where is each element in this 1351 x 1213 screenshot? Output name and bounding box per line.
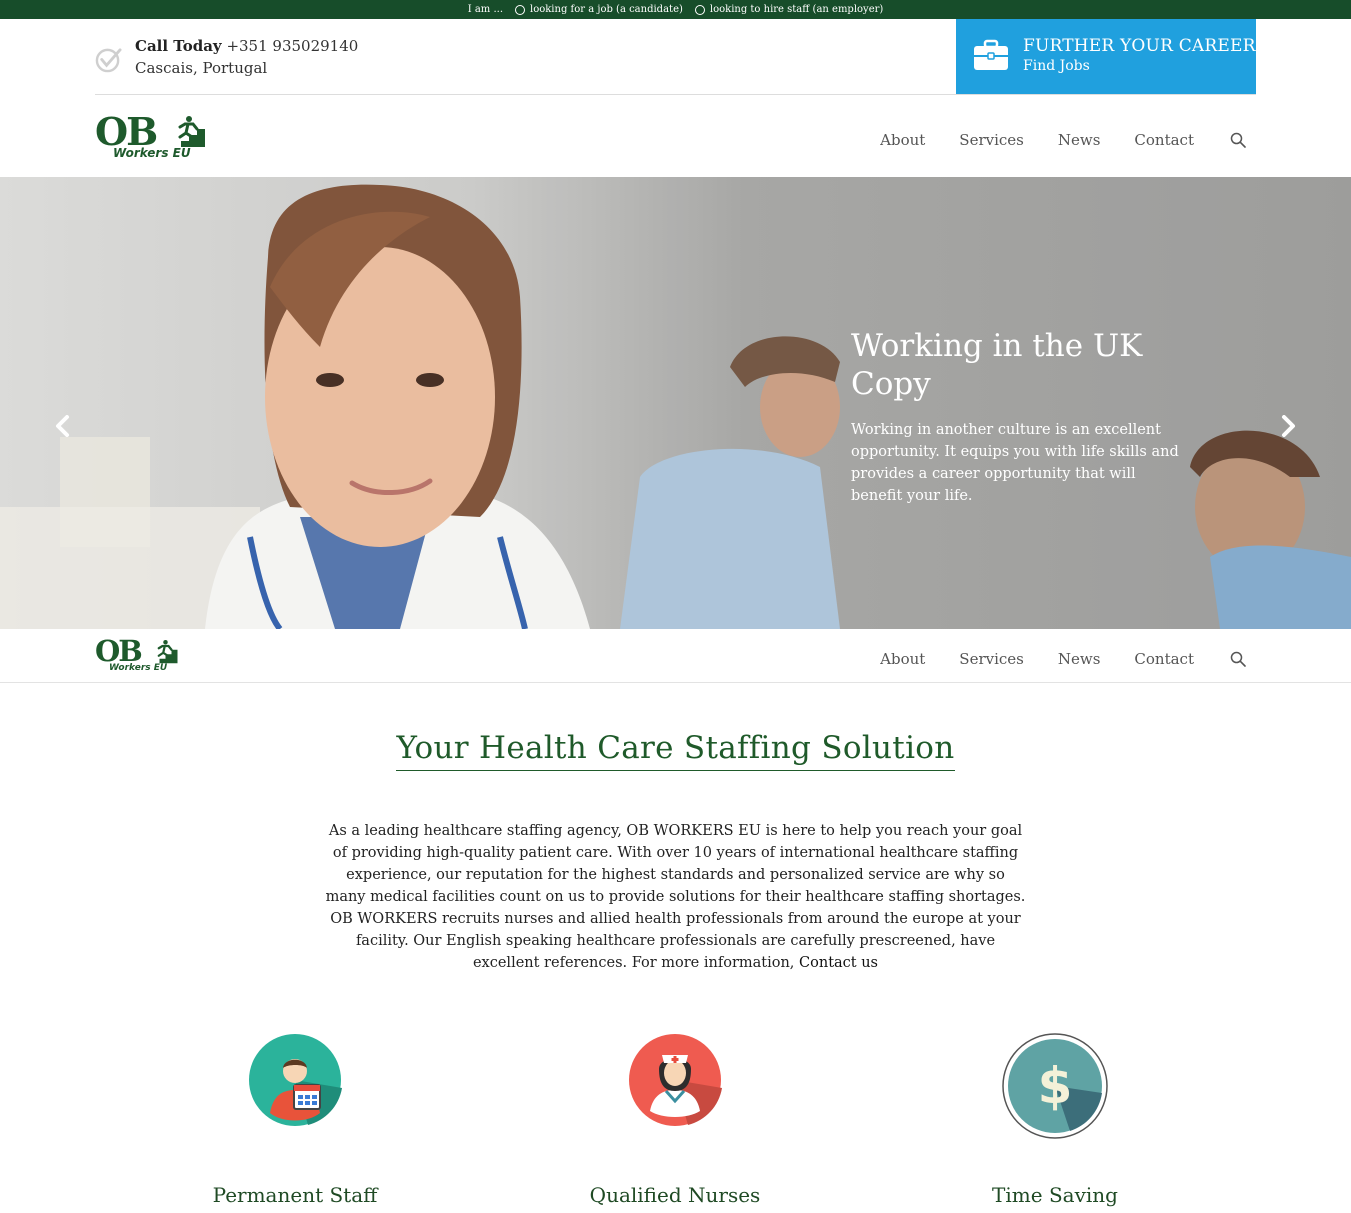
checkmark-icon — [95, 48, 122, 73]
section-title-wrap: Your Health Care Staffing Solution — [0, 730, 1351, 771]
runner-stairs-icon — [171, 116, 205, 147]
hero-text: Working in another culture is an excelle… — [851, 422, 1179, 504]
contact-bar: Call Today +351 935029140 Cascais, Portu… — [95, 19, 1256, 95]
candidate-employer-strip: I am ... looking for a job (a candidate)… — [0, 0, 1351, 19]
radio-candidate-label: looking for a job (a candidate) — [530, 4, 683, 15]
nav-contact[interactable]: Contact — [1134, 650, 1194, 668]
site-logo[interactable]: OB Workers EU — [95, 109, 210, 163]
logo-sub: Workers EU — [113, 146, 191, 160]
hero-title: Working in the UK Copy — [851, 328, 1143, 402]
career-title: FURTHER YOUR CAREER — [1023, 36, 1256, 56]
staff-calendar-icon — [249, 1034, 342, 1126]
next-slide-icon[interactable] — [1281, 415, 1297, 437]
dollar-sign-glyph: $ — [1038, 1057, 1073, 1115]
main-nav: About Services News Contact — [846, 131, 1246, 149]
hero-caption: Working in the UK Copy Working in anothe… — [851, 327, 1181, 507]
search-icon[interactable] — [1230, 651, 1246, 667]
call-info: Call Today +351 935029140 — [135, 37, 358, 55]
radio-employer-label: looking to hire staff (an employer) — [709, 4, 884, 15]
career-subtitle: Find Jobs — [1023, 58, 1090, 74]
intro-paragraph: As a leading healthcare staffing agency,… — [325, 820, 1026, 974]
feature-time-saving: $ Time Saving — [905, 1030, 1205, 1207]
phone-number[interactable]: +351 935029140 — [226, 37, 358, 55]
radio-candidate[interactable]: looking for a job (a candidate) — [515, 4, 683, 15]
runner-stairs-icon — [152, 640, 178, 664]
sticky-logo[interactable]: OB Workers EU — [95, 634, 185, 677]
location-text: Cascais, Portugal — [135, 59, 268, 77]
dollar-icon: $ — [1002, 1033, 1108, 1139]
strip-prefix: I am ... — [467, 4, 503, 15]
logo-sub: Workers EU — [109, 663, 168, 673]
nav-services[interactable]: Services — [959, 131, 1024, 149]
nav-about[interactable]: About — [880, 131, 925, 149]
hero-slider: Working in the UK Copy Working in anothe… — [0, 177, 1351, 629]
sticky-header: OB Workers EU About Services News Contac… — [0, 629, 1351, 683]
nav-news[interactable]: News — [1058, 131, 1101, 149]
further-career-button[interactable]: FURTHER YOUR CAREER Find Jobs — [956, 19, 1256, 94]
feature-qualified-nurses: Qualified Nurses — [525, 1030, 825, 1207]
nav-contact[interactable]: Contact — [1134, 131, 1194, 149]
nav-services[interactable]: Services — [959, 650, 1024, 668]
sticky-nav: About Services News Contact — [846, 650, 1246, 668]
call-label: Call Today — [135, 37, 222, 55]
search-icon[interactable] — [1230, 132, 1246, 148]
radio-circle-icon — [515, 4, 525, 15]
intro-body: As a leading healthcare staffing agency,… — [325, 823, 1026, 971]
main-header: OB Workers EU About Services News Contac… — [0, 95, 1351, 177]
nurse-icon — [629, 1034, 722, 1126]
radio-employer[interactable]: looking to hire staff (an employer) — [694, 4, 884, 15]
briefcase-icon — [974, 39, 1008, 70]
nav-about[interactable]: About — [880, 650, 925, 668]
feature-permanent-staff: Permanent Staff — [145, 1030, 445, 1207]
feature-title: Permanent Staff — [212, 1183, 378, 1207]
nav-news[interactable]: News — [1058, 650, 1101, 668]
radio-circle-icon — [694, 4, 705, 15]
feature-title: Qualified Nurses — [589, 1183, 761, 1207]
prev-slide-icon[interactable] — [54, 415, 70, 437]
feature-title: Time Saving — [992, 1183, 1118, 1207]
section-title: Your Health Care Staffing Solution — [396, 730, 955, 771]
contact-us-link[interactable]: Contact us — [799, 955, 878, 971]
